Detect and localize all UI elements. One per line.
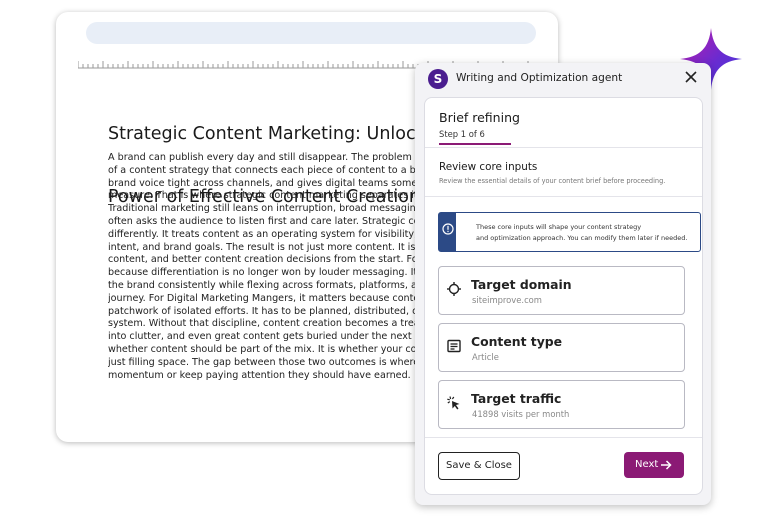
card-title: Target traffic bbox=[471, 391, 562, 406]
agent-avatar: S bbox=[428, 69, 448, 89]
close-icon[interactable] bbox=[683, 69, 699, 85]
brief-card: Brief refining Step 1 of 6 Review core i… bbox=[424, 97, 703, 495]
next-button[interactable]: Next bbox=[624, 452, 684, 478]
card-value: siteimprove.com bbox=[472, 295, 542, 305]
cursor-click-icon bbox=[447, 396, 460, 410]
save-close-button[interactable]: Save & Close bbox=[438, 452, 520, 480]
crosshair-icon bbox=[447, 282, 461, 296]
document-toolbar bbox=[86, 22, 536, 44]
card-title: Content type bbox=[471, 334, 563, 349]
info-line: and optimization approach. You can modif… bbox=[476, 234, 688, 242]
divider bbox=[425, 196, 702, 197]
divider bbox=[425, 437, 702, 438]
target-traffic-card[interactable]: Target traffic 41898 visits per month bbox=[438, 380, 685, 429]
target-domain-card[interactable]: Target domain siteimprove.com bbox=[438, 266, 685, 315]
agent-title: Writing and Optimization agent bbox=[456, 72, 623, 84]
step-label: Step 1 of 6 bbox=[439, 129, 485, 139]
info-text: These core inputs will shape your conten… bbox=[476, 222, 687, 244]
content-type-card[interactable]: Content type Article bbox=[438, 323, 685, 372]
card-value: 41898 visits per month bbox=[472, 409, 570, 419]
divider bbox=[425, 147, 702, 148]
article-icon bbox=[447, 339, 461, 353]
card-value: Article bbox=[472, 352, 499, 362]
info-icon bbox=[442, 223, 454, 235]
step-title: Brief refining bbox=[439, 110, 520, 125]
agent-panel: S Writing and Optimization agent Brief r… bbox=[415, 63, 711, 505]
arrow-right-icon bbox=[661, 460, 672, 470]
next-button-label: Next bbox=[635, 459, 659, 470]
info-banner: These core inputs will shape your conten… bbox=[438, 212, 701, 252]
step-progress-indicator bbox=[439, 143, 511, 145]
card-title: Target domain bbox=[471, 277, 572, 292]
review-subtitle: Review the essential details of your con… bbox=[439, 177, 666, 185]
info-line: These core inputs will shape your conten… bbox=[476, 223, 642, 231]
review-title: Review core inputs bbox=[439, 161, 538, 173]
